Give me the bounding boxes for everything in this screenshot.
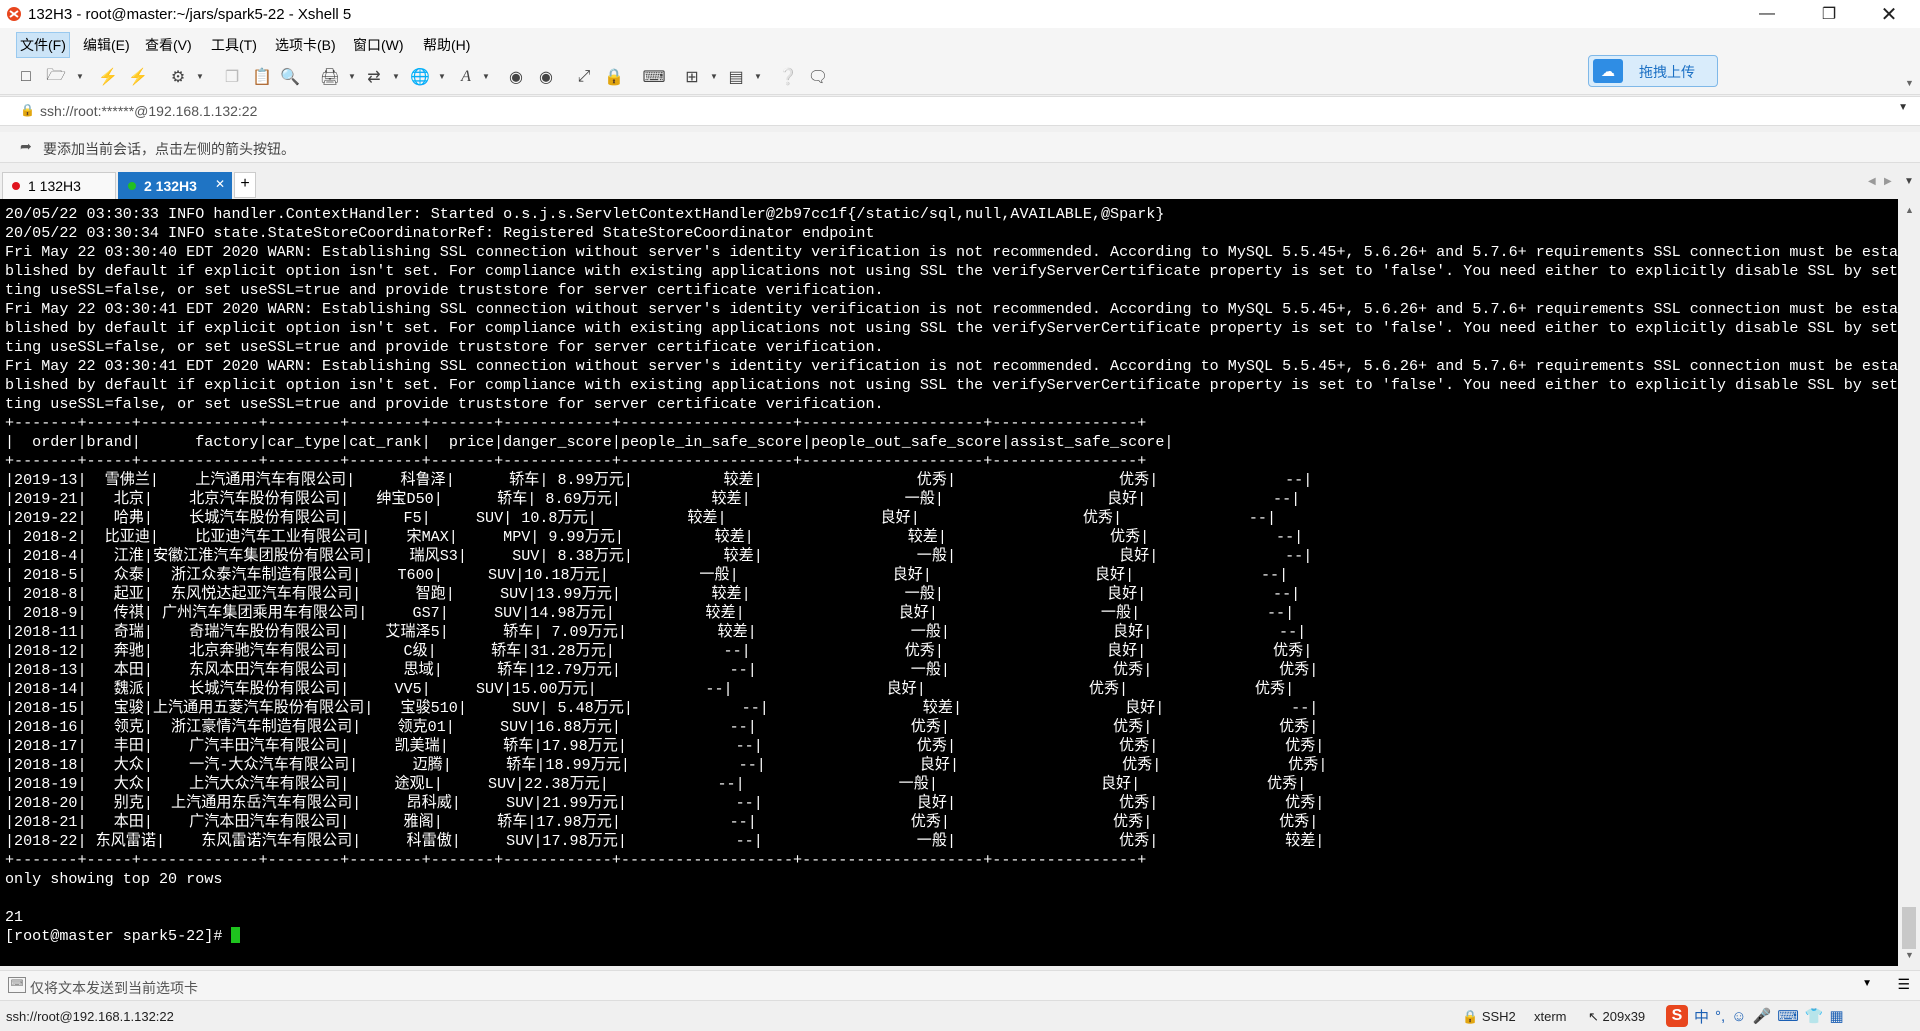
drag-upload-button[interactable]: ☁ 拖拽上传 [1588,55,1718,87]
chevron-down-icon[interactable]: ▼ [348,72,356,81]
find-icon[interactable]: 🔍 [280,67,300,87]
disconnect-icon[interactable]: ⚡ [128,67,148,87]
script-icon[interactable]: ◉ [536,67,556,87]
terminal-prompt: [root@master spark5-22]# [5,927,232,945]
cloud-icon: ☁ [1593,59,1623,83]
address-value[interactable]: ssh://root:******@192.168.1.132:22 [40,103,257,119]
menu-edit[interactable]: 编辑(E) [80,35,133,55]
menu-view[interactable]: 查看(V) [142,35,195,55]
session-hint-bar: ➦ 要添加当前会话，点击左侧的箭头按钮。 [0,132,1920,163]
hint-text: 要添加当前会话，点击左侧的箭头按钮。 [43,141,295,157]
scrollbar-thumb[interactable] [1902,907,1916,949]
menu-window[interactable]: 窗口(W) [350,35,407,55]
lock-icon[interactable]: 🔒 [604,67,624,87]
connect-icon[interactable]: ⚡ [98,67,118,87]
fullscreen-icon[interactable]: ⤢ [574,67,594,87]
tab-scroll-left-icon[interactable]: ◀ [1868,176,1876,187]
tab-label: 2 132H3 [144,178,197,194]
address-bar[interactable]: 🔒 ssh://root:******@192.168.1.132:22 ▼ [0,96,1920,126]
add-tab-icon[interactable]: ⊞ [682,67,702,87]
ime-toolbar[interactable]: S 中 °, ☺ 🎤 ⌨ 👕 ▦ [1666,1004,1850,1028]
chevron-down-icon[interactable]: ▼ [1862,978,1872,989]
terminal-lines: 20/05/22 03:30:33 INFO handler.ContextHa… [5,205,1898,926]
scroll-down-icon[interactable]: ▼ [1905,950,1914,960]
arrow-cursor-icon[interactable]: ➦ [20,138,32,155]
paste-icon[interactable]: 📋 [252,67,272,87]
chevron-down-icon[interactable]: ▼ [438,72,446,81]
window-title: 132H3 - root@master:~/jars/spark5-22 - X… [28,6,352,23]
tab-bar: 1 132H3 2 132H3 ✕ + ◀ ▶ ▼ [0,170,1920,199]
skin-icon[interactable]: 👕 [1805,1007,1824,1025]
sogou-icon[interactable]: S [1666,1005,1688,1027]
status-protocol: 🔒 SSH2 [1462,1009,1516,1024]
close-window-button[interactable]: ✕ [1866,0,1912,28]
globe-icon[interactable]: 🌐 [410,67,430,87]
print-icon[interactable]: 🖨 [320,67,340,87]
help-icon[interactable]: ❔ [778,67,798,87]
tab-session-2[interactable]: 2 132H3 ✕ [118,172,232,199]
chevron-down-icon[interactable]: ▼ [76,72,84,81]
title-bar: 132H3 - root@master:~/jars/spark5-22 - X… [0,0,1920,28]
overflow-down-icon[interactable]: ▼ [1905,78,1914,88]
text-cursor [231,927,241,943]
properties-icon[interactable]: ⚙ [168,67,188,87]
menu-help[interactable]: 帮助(H) [420,35,473,55]
menu-tabs[interactable]: 选项卡(B) [272,35,339,55]
xftp-icon[interactable]: ◉ [506,67,526,87]
font-icon[interactable]: A [456,67,476,87]
grid-icon[interactable]: ▦ [1830,1007,1844,1025]
lock-icon: 🔒 [20,103,35,117]
chevron-down-icon[interactable]: ▼ [482,72,490,81]
toolbar-overflow: ▼ [1898,60,1920,199]
open-folder-icon[interactable]: 🗁 [46,67,66,87]
status-address: ssh://root@192.168.1.132:22 [6,1009,174,1024]
transfer-icon[interactable]: ⇄ [364,67,384,87]
status-dot-icon [12,182,20,190]
tab-scroll-right-icon[interactable]: ▶ [1884,176,1892,187]
status-dot-icon [128,182,136,190]
xshell-app-icon [7,7,21,21]
ime-mode[interactable]: 中 [1694,1006,1709,1027]
status-size: ↖ 209x39 [1588,1009,1646,1024]
compose-icon[interactable]: ⌨ [8,977,26,993]
restore-button[interactable]: ❐ [1806,0,1852,28]
tab-label: 1 132H3 [28,178,81,194]
chevron-down-icon[interactable]: ▼ [710,72,718,81]
new-tab-button[interactable]: + [234,172,256,198]
size-label: 209x39 [1602,1009,1646,1024]
microphone-icon[interactable]: 🎤 [1753,1007,1772,1025]
menu-tools[interactable]: 工具(T) [208,35,260,55]
new-session-icon[interactable]: □ [16,67,36,87]
chat-icon[interactable]: 🗨 [808,67,828,87]
compose-target-label: 仅将文本发送到当前选项卡 [30,980,198,996]
compose-bar[interactable]: ⌨ 仅将文本发送到当前选项卡 ▼ ☰ [0,970,1920,1001]
copy-icon[interactable]: ❐ [222,67,242,87]
chevron-down-icon[interactable]: ▼ [392,72,400,81]
status-bar: ssh://root@192.168.1.132:22 🔒 SSH2 xterm… [0,1000,1920,1031]
upload-label: 拖拽上传 [1639,64,1695,80]
status-term: xterm [1534,1009,1567,1024]
chevron-down-icon[interactable]: ▼ [196,72,204,81]
terminal-output[interactable]: 20/05/22 03:30:33 INFO handler.ContextHa… [0,199,1898,966]
protocol-label: SSH2 [1481,1009,1516,1024]
keyboard-icon[interactable]: ⌨ [1777,1007,1799,1025]
terminal-scrollbar[interactable]: ▲ ▼ [1898,199,1920,966]
emoji-icon[interactable]: ☺ [1731,1008,1746,1025]
keyboard-icon[interactable]: ⌨ [642,67,665,87]
chevron-down-icon[interactable]: ▼ [754,72,762,81]
menu-lines-icon[interactable]: ☰ [1897,976,1910,993]
tab-session-1[interactable]: 1 132H3 [2,172,116,199]
menu-file[interactable]: 文件(F) [16,32,70,58]
layout-icon[interactable]: ▤ [726,67,746,87]
scroll-up-icon[interactable]: ▲ [1905,205,1914,215]
punctuation-icon[interactable]: °, [1715,1008,1725,1025]
minimize-button[interactable]: — [1744,0,1790,28]
close-tab-icon[interactable]: ✕ [215,177,225,191]
